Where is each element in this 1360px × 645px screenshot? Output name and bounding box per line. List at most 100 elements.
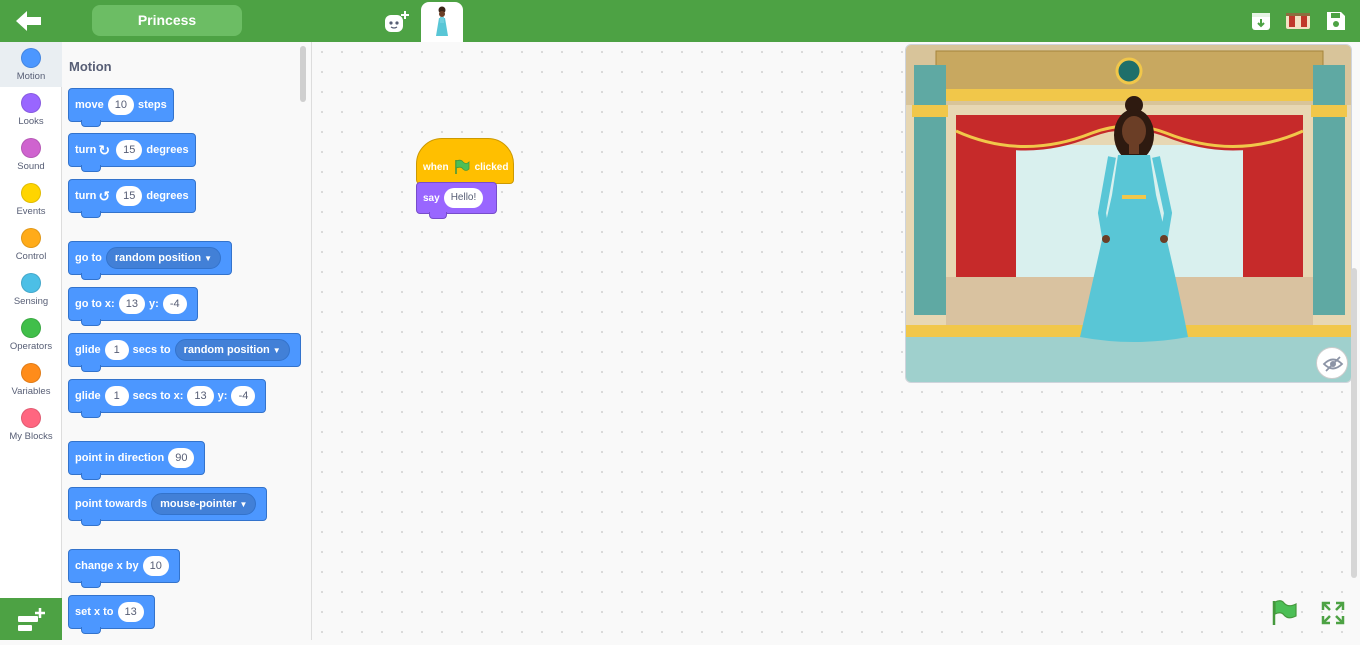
stage-backdrop-theatre [906,45,1351,382]
degrees-input[interactable]: 15 [116,186,143,206]
turn-left-block[interactable]: turn ↺ 15 degrees [68,179,196,218]
sprite-thumbnail-princess[interactable] [421,2,463,42]
category-my-blocks[interactable]: My Blocks [0,402,62,447]
save-icon[interactable] [1324,9,1348,33]
category-motion[interactable]: Motion [0,42,62,87]
dropdown-value: mouse-pointer [160,498,237,510]
glide-xy-block[interactable]: glide 1 secs to x: 13 y: -4 [68,379,267,418]
block-text: secs to x: [132,390,184,402]
block-text: clicked [474,161,509,173]
block-text: change x by [75,560,139,572]
category-label: Motion [16,71,46,82]
change-x-block[interactable]: change x by 10 [68,549,180,588]
block-text: set x to [75,606,114,618]
block-text: turn [75,144,97,156]
hide-stage-icon [1322,356,1344,372]
category-label: Events [16,206,46,217]
download-icon[interactable] [1249,9,1273,33]
category-label: Sound [17,161,45,172]
category-sensing[interactable]: Sensing [0,267,62,312]
block-text: point in direction [75,452,165,464]
block-text: turn [75,190,97,202]
target-dropdown[interactable]: random position ▼ [174,339,290,361]
fullscreen-button[interactable] [1320,600,1346,626]
block-text: say [423,192,440,204]
category-label: My Blocks [9,431,53,442]
rotate-left-icon: ↺ [98,187,111,204]
direction-input[interactable]: 90 [168,448,195,468]
category-variables[interactable]: Variables [0,357,62,402]
set-x-block[interactable]: set x to 13 [68,595,155,634]
block-text: steps [138,99,167,111]
events-category-icon [21,183,41,203]
dropdown-value: random position [114,252,202,264]
green-flag-icon [1272,600,1297,625]
back-arrow-icon[interactable] [14,8,44,34]
secs-input[interactable]: 1 [104,386,129,406]
add-sprite-icon[interactable] [383,9,411,35]
block-text: glide [75,390,101,402]
target-dropdown[interactable]: random position ▼ [105,247,221,269]
steps-input[interactable]: 10 [107,95,134,115]
y-input[interactable]: -4 [231,386,256,406]
glide-to-block[interactable]: glide 1 secs to random position ▼ [68,333,301,372]
x-input[interactable]: 13 [117,602,144,622]
dropdown-caret-icon: ▼ [204,254,212,263]
green-flag-button[interactable] [1270,599,1298,627]
stage-panel-scrollbar[interactable] [1351,268,1357,578]
block-text: go to [75,252,102,264]
operators-category-icon [21,318,41,338]
dropdown-value: random position [183,344,270,356]
category-events[interactable]: Events [0,177,62,222]
stage[interactable] [905,44,1352,383]
go-to-xy-block[interactable]: go to x: 13 y: -4 [68,287,198,326]
category-label: Operators [9,341,53,352]
block-palette: Motion move 10 steps turn ↻ 15 degrees t… [62,42,312,640]
point-direction-block[interactable]: point in direction 90 [68,441,206,480]
message-input[interactable]: Hello! [443,188,484,208]
dropdown-caret-icon: ▼ [272,346,281,355]
add-extension-icon [18,608,45,631]
x-input[interactable]: 13 [118,294,145,314]
block-text: degrees [146,144,189,156]
block-text: y: [217,390,228,402]
looks-category-icon [21,93,41,113]
palette-scrollbar[interactable] [300,46,306,102]
motion-category-icon [21,48,41,68]
top-bar: Princess [0,0,1360,42]
control-category-icon [21,228,41,248]
fullscreen-icon [1321,601,1345,625]
variables-category-icon [21,363,41,383]
move-steps-block[interactable]: move 10 steps [68,88,174,127]
block-text: move [75,99,104,111]
secs-input[interactable]: 1 [104,340,129,360]
my-blocks-category-icon [21,408,41,428]
point-towards-block[interactable]: point towards mouse-pointer ▼ [68,487,268,526]
hide-stage-button[interactable] [1316,347,1348,379]
y-input[interactable]: -4 [162,294,187,314]
block-text: y: [148,298,159,310]
block-text: degrees [146,190,189,202]
project-name-field[interactable]: Princess [92,5,242,36]
category-looks[interactable]: Looks [0,87,62,132]
go-to-block[interactable]: go to random position ▼ [68,241,232,280]
green-flag-icon [454,159,469,174]
block-text: point towards [75,498,148,510]
target-dropdown[interactable]: mouse-pointer ▼ [151,493,257,515]
say-block[interactable]: say Hello! [416,182,497,219]
x-input[interactable]: 13 [187,386,214,406]
category-operators[interactable]: Operators [0,312,62,357]
category-sound[interactable]: Sound [0,132,62,177]
when-flag-clicked-block[interactable]: when clicked [416,138,514,184]
add-extension-button[interactable] [0,598,62,640]
turn-right-block[interactable]: turn ↻ 15 degrees [68,133,196,172]
block-text: when [423,161,449,173]
stage-icon[interactable] [1284,9,1312,33]
block-text: glide [75,344,101,356]
x-change-input[interactable]: 10 [142,556,169,576]
sensing-category-icon [21,273,41,293]
category-label: Control [15,251,47,262]
category-label: Variables [11,386,51,397]
category-control[interactable]: Control [0,222,62,267]
degrees-input[interactable]: 15 [116,140,143,160]
